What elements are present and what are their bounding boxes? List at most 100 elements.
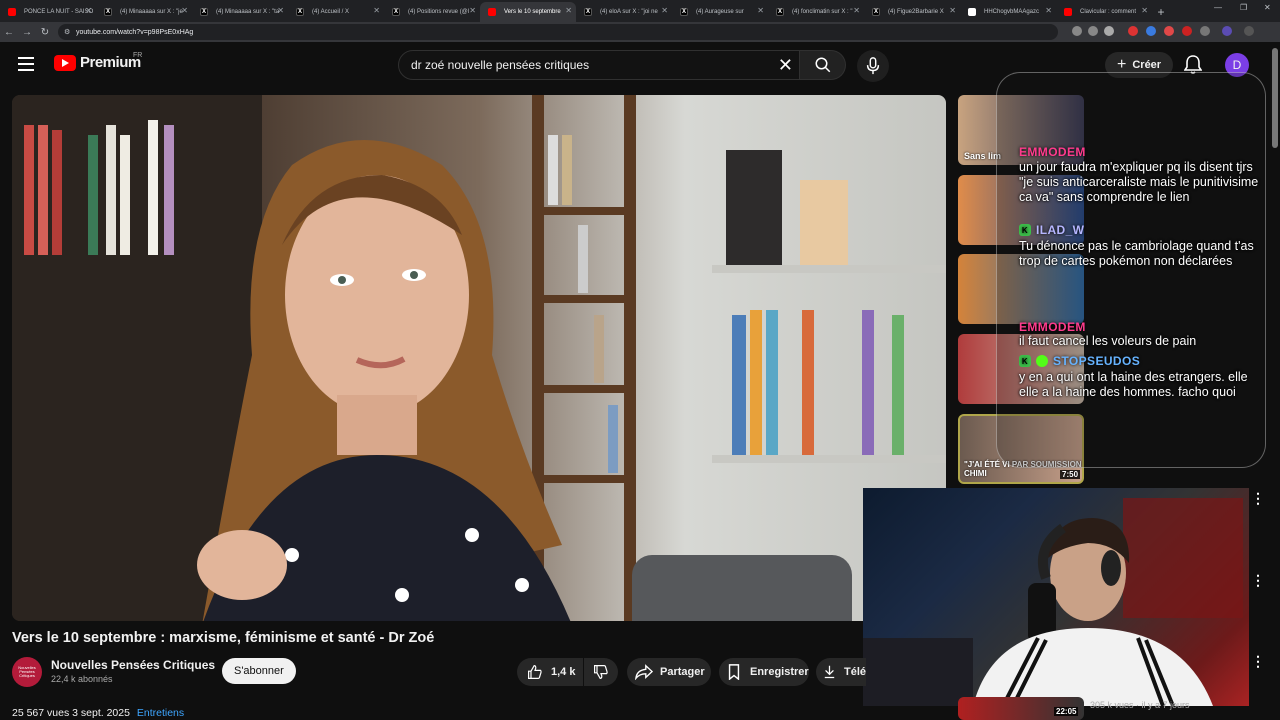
new-tab-icon[interactable]: + xyxy=(1152,2,1170,22)
youtube-logo[interactable]: Premium FR xyxy=(54,52,142,71)
subscribe-button[interactable]: S'abonner xyxy=(222,658,296,684)
white-shelf-board xyxy=(712,265,946,273)
browser-tab[interactable]: HHChogvbMAAgazc ✕ xyxy=(960,2,1056,22)
browser-tab[interactable]: X (4) fonclimatin sur X : " ✕ xyxy=(768,2,864,22)
browser-tab[interactable]: X (4) Figue2Barbarie X ✕ xyxy=(864,2,960,22)
save-button[interactable]: Enregistrer xyxy=(719,658,809,686)
share-label: Partager xyxy=(660,666,705,678)
reload-icon[interactable]: ↻ xyxy=(36,23,54,41)
like-button[interactable]: 1,4 k xyxy=(517,658,583,686)
thumbs-up-icon xyxy=(528,664,542,679)
share-button[interactable]: Partager xyxy=(627,658,711,686)
browser-tab[interactable]: X (4) Accueil / X ✕ xyxy=(288,2,384,22)
menu-icon[interactable] xyxy=(18,57,34,75)
more-options-icon[interactable]: ⋮ xyxy=(1251,572,1265,589)
install-icon[interactable] xyxy=(1072,26,1082,36)
browser-tab[interactable]: Clavicular : comment ✕ xyxy=(1056,2,1152,22)
close-tab-icon[interactable]: ✕ xyxy=(373,6,380,15)
search-input[interactable]: dr zoé nouvelle pensées critiques ✕ xyxy=(398,50,800,80)
book xyxy=(862,310,874,455)
video-player[interactable] xyxy=(12,95,946,621)
create-label: Créer xyxy=(1132,59,1162,71)
browser-tab-label: HHChogvbMAAgazc xyxy=(984,9,1040,15)
chat-username: K STOPSEUDOS xyxy=(1019,354,1140,368)
more-options-icon[interactable]: ⋮ xyxy=(1251,653,1265,670)
sidebar-video-meta: 305 k vues · il y a 7 jours xyxy=(1090,700,1190,710)
youtube-play-icon xyxy=(54,54,76,71)
browser-tab-label: Clavicular : comment xyxy=(1080,9,1137,15)
video-meta: 25 567 vues 3 sept. 2025 Entretiens xyxy=(12,707,184,719)
book xyxy=(594,315,604,383)
browser-tab-label: (4) Accueil / X xyxy=(312,9,350,15)
back-icon[interactable]: ← xyxy=(0,23,18,41)
subscriber-badge-icon xyxy=(1036,355,1048,367)
minimize-icon[interactable]: — xyxy=(1214,3,1222,12)
site-info-icon[interactable]: ⚙ xyxy=(64,28,70,36)
more-options-icon[interactable]: ⋮ xyxy=(1251,490,1265,507)
close-tab-icon[interactable]: ✕ xyxy=(949,6,956,15)
maximize-icon[interactable]: ❐ xyxy=(1240,3,1247,12)
bookmark-star-icon[interactable] xyxy=(1104,26,1114,36)
profile-icon[interactable] xyxy=(1222,26,1232,36)
extension-icon[interactable] xyxy=(1128,26,1138,36)
download-label: Télé xyxy=(843,666,866,678)
channel-avatar[interactable]: Nouvelles Pensées Critiques xyxy=(12,657,42,687)
voice-search-button[interactable] xyxy=(857,50,889,82)
book xyxy=(802,310,814,455)
url-field[interactable]: ⚙ youtube.com/watch?v=p98PsE0xHAg xyxy=(58,24,1058,40)
zoom-icon[interactable] xyxy=(1088,26,1098,36)
extension-icon[interactable] xyxy=(1164,26,1174,36)
close-tab-icon[interactable]: ✕ xyxy=(1045,6,1052,15)
browser-tab-label: (4) Aurageuse sur xyxy=(696,9,744,15)
close-tab-icon[interactable]: ✕ xyxy=(181,6,188,15)
browser-menu-icon[interactable] xyxy=(1244,26,1254,36)
browser-tab-strip: PONCE LA NUIT - SAISO ✕ X (4) Minaaaaa sur … xyxy=(0,0,1280,22)
book xyxy=(88,135,98,255)
search-button[interactable] xyxy=(800,50,846,80)
close-tab-icon[interactable]: ✕ xyxy=(853,6,860,15)
close-window-icon[interactable]: ✕ xyxy=(1264,3,1271,12)
extension-icon[interactable] xyxy=(1182,26,1192,36)
page-scrollbar[interactable] xyxy=(1272,48,1278,148)
close-tab-icon[interactable]: ✕ xyxy=(661,6,668,15)
browser-tab-label: (4) fonclimatin sur X : " xyxy=(792,9,853,15)
white-shelf-board xyxy=(712,455,946,463)
extension-icon[interactable] xyxy=(1146,26,1156,36)
forward-icon[interactable]: → xyxy=(18,23,36,41)
close-tab-icon[interactable]: ✕ xyxy=(757,6,764,15)
channel-name[interactable]: Nouvelles Pensées Critiques xyxy=(51,658,215,672)
clear-search-icon[interactable]: ✕ xyxy=(778,55,793,76)
streamer-webcam-overlay xyxy=(863,488,1249,706)
chat-username-text: ILAD_W xyxy=(1036,223,1085,237)
browser-tab-label: (4) Minaaaaa sur X : "ta xyxy=(216,9,280,15)
video-tag[interactable]: Entretiens xyxy=(137,707,184,719)
chat-message: y en a qui ont la haine des etrangers. e… xyxy=(1019,370,1248,399)
browser-tab[interactable]: X (4) Minaaaaa sur X : "ta ✕ xyxy=(192,2,288,22)
download-button[interactable]: Télé xyxy=(816,658,866,686)
kick-badge-icon: K xyxy=(1019,355,1031,367)
close-tab-icon[interactable]: ✕ xyxy=(469,6,476,15)
shelf-post xyxy=(624,95,636,621)
duration-badge: 22:05 xyxy=(1054,707,1079,716)
browser-tab[interactable]: X (4) Minaaaaa sur X : "je ✕ xyxy=(96,2,192,22)
close-tab-icon[interactable]: ✕ xyxy=(1141,6,1148,15)
dislike-button[interactable] xyxy=(584,658,618,686)
x-favicon-icon: X xyxy=(200,8,208,16)
sidebar-thumbnail-6[interactable]: 22:05 xyxy=(958,697,1084,720)
notifications-bell-icon[interactable] xyxy=(1184,54,1202,74)
browser-tab[interactable]: X (4) Aurageuse sur ✕ xyxy=(672,2,768,22)
save-label: Enregistrer xyxy=(750,666,809,678)
chat-username: EMMODEM xyxy=(1019,145,1086,159)
close-tab-icon[interactable]: ✕ xyxy=(565,6,572,15)
close-tab-icon[interactable]: ✕ xyxy=(85,6,92,15)
microphone-icon xyxy=(866,57,880,75)
browser-tab[interactable]: X (4) eloA sur X : "joi ne ✕ xyxy=(576,2,672,22)
close-tab-icon[interactable]: ✕ xyxy=(277,6,284,15)
kick-badge-icon: K xyxy=(1019,224,1031,236)
browser-tab[interactable]: PONCE LA NUIT - SAISO ✕ xyxy=(0,2,96,22)
x-favicon-icon: X xyxy=(296,8,304,16)
extensions-puzzle-icon[interactable] xyxy=(1200,26,1210,36)
browser-tab[interactable]: X (4) Positions revue (@l ✕ xyxy=(384,2,480,22)
browser-tab[interactable]: Vers le 10 septembre ✕ xyxy=(480,2,576,22)
browser-tab-label: (4) Figue2Barbarie X xyxy=(888,9,944,15)
